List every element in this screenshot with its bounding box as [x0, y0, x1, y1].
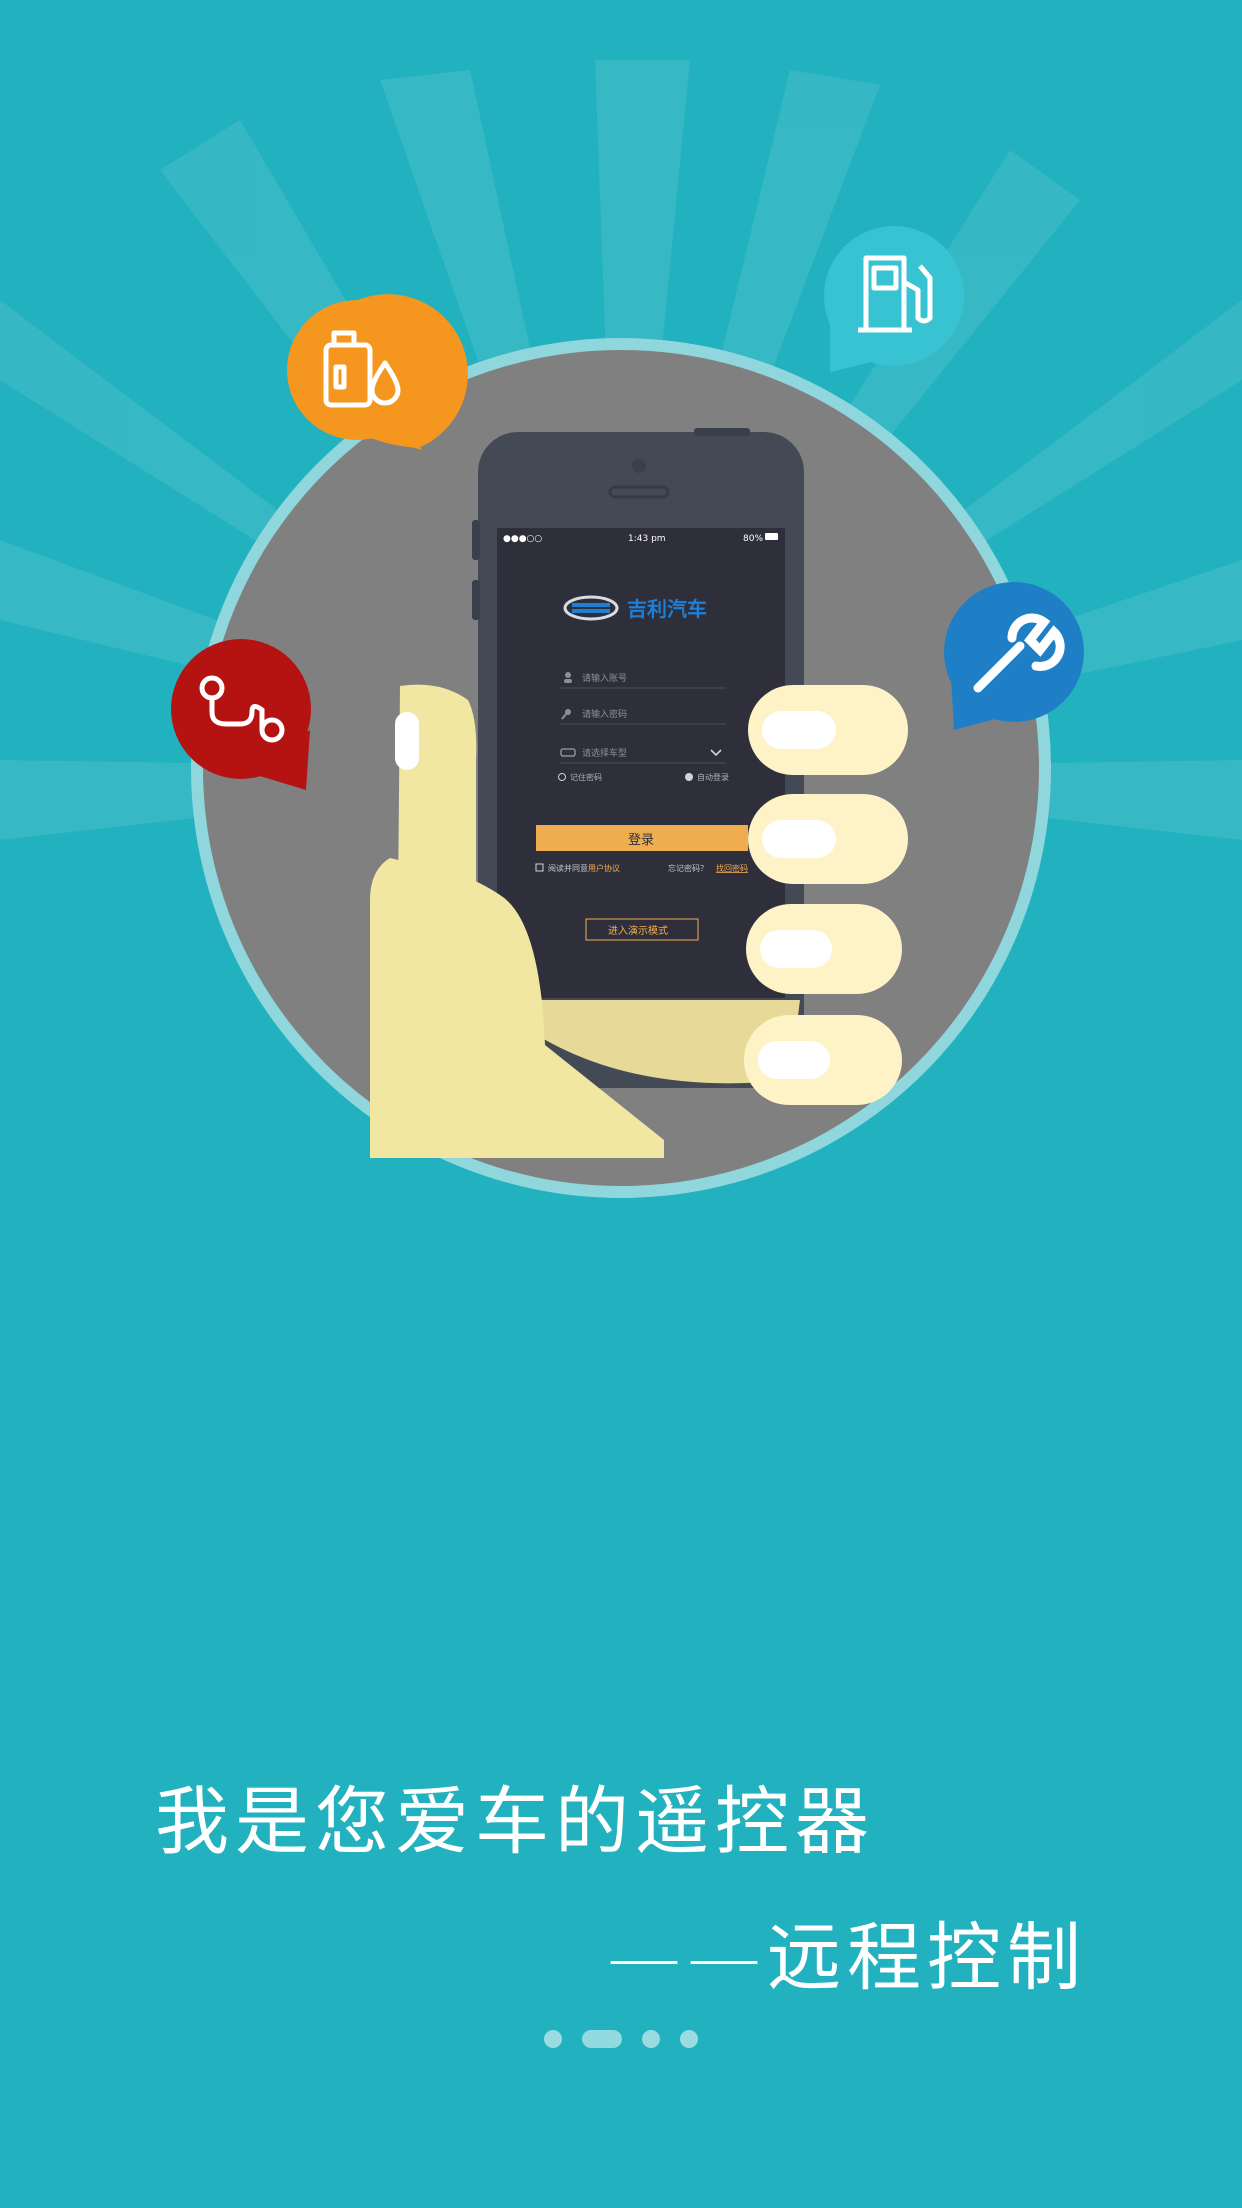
login-button[interactable]: 登录 [536, 825, 748, 851]
page-indicator [0, 2030, 1242, 2048]
fuel-pin [824, 226, 964, 372]
status-signal: ●●●○○ [503, 534, 542, 544]
car-model-placeholder: 请选择车型 [582, 747, 627, 759]
finger-2 [748, 794, 908, 884]
agreement-link[interactable]: 用户协议 [588, 863, 620, 873]
page-dot-1[interactable] [544, 2030, 562, 2048]
hero-illustration: ●●●○○ 1:43 pm 80% 吉利汽车 请输入账号 请输入密码 请选择车型 [171, 226, 1084, 1198]
remember-password-label: 记住密码 [570, 772, 602, 782]
login-button-label: 登录 [628, 833, 654, 848]
battery-icon [765, 533, 778, 540]
slide-headline: 我是您爱车的遥控器 [155, 1779, 875, 1865]
retrieve-password-link[interactable]: 找回密码 [716, 863, 748, 873]
forgot-prefix: 忘记密码？ [668, 863, 708, 873]
thumb-nail [395, 712, 419, 770]
brand-name: 吉利汽车 [627, 597, 707, 621]
account-placeholder: 请输入账号 [582, 672, 627, 684]
page-dot-2-active[interactable] [582, 2030, 622, 2048]
oil-pin [287, 294, 468, 450]
agree-prefix: 阅读并同意 [548, 863, 588, 873]
slide-subline: ——远程控制 [607, 1915, 1087, 2001]
finger-1 [748, 685, 908, 775]
finger-3 [746, 904, 902, 994]
page-dot-4[interactable] [680, 2030, 698, 2048]
password-placeholder: 请输入密码 [582, 708, 627, 720]
auto-login-label: 自动登录 [697, 772, 729, 782]
wrench-pin [944, 582, 1084, 730]
demo-mode-label: 进入演示模式 [608, 924, 668, 937]
finger-4 [744, 1015, 902, 1105]
user-icon [565, 672, 571, 678]
status-time: 1:43 pm [628, 534, 666, 544]
page-dot-3[interactable] [642, 2030, 660, 2048]
status-battery: 80% [743, 534, 763, 544]
